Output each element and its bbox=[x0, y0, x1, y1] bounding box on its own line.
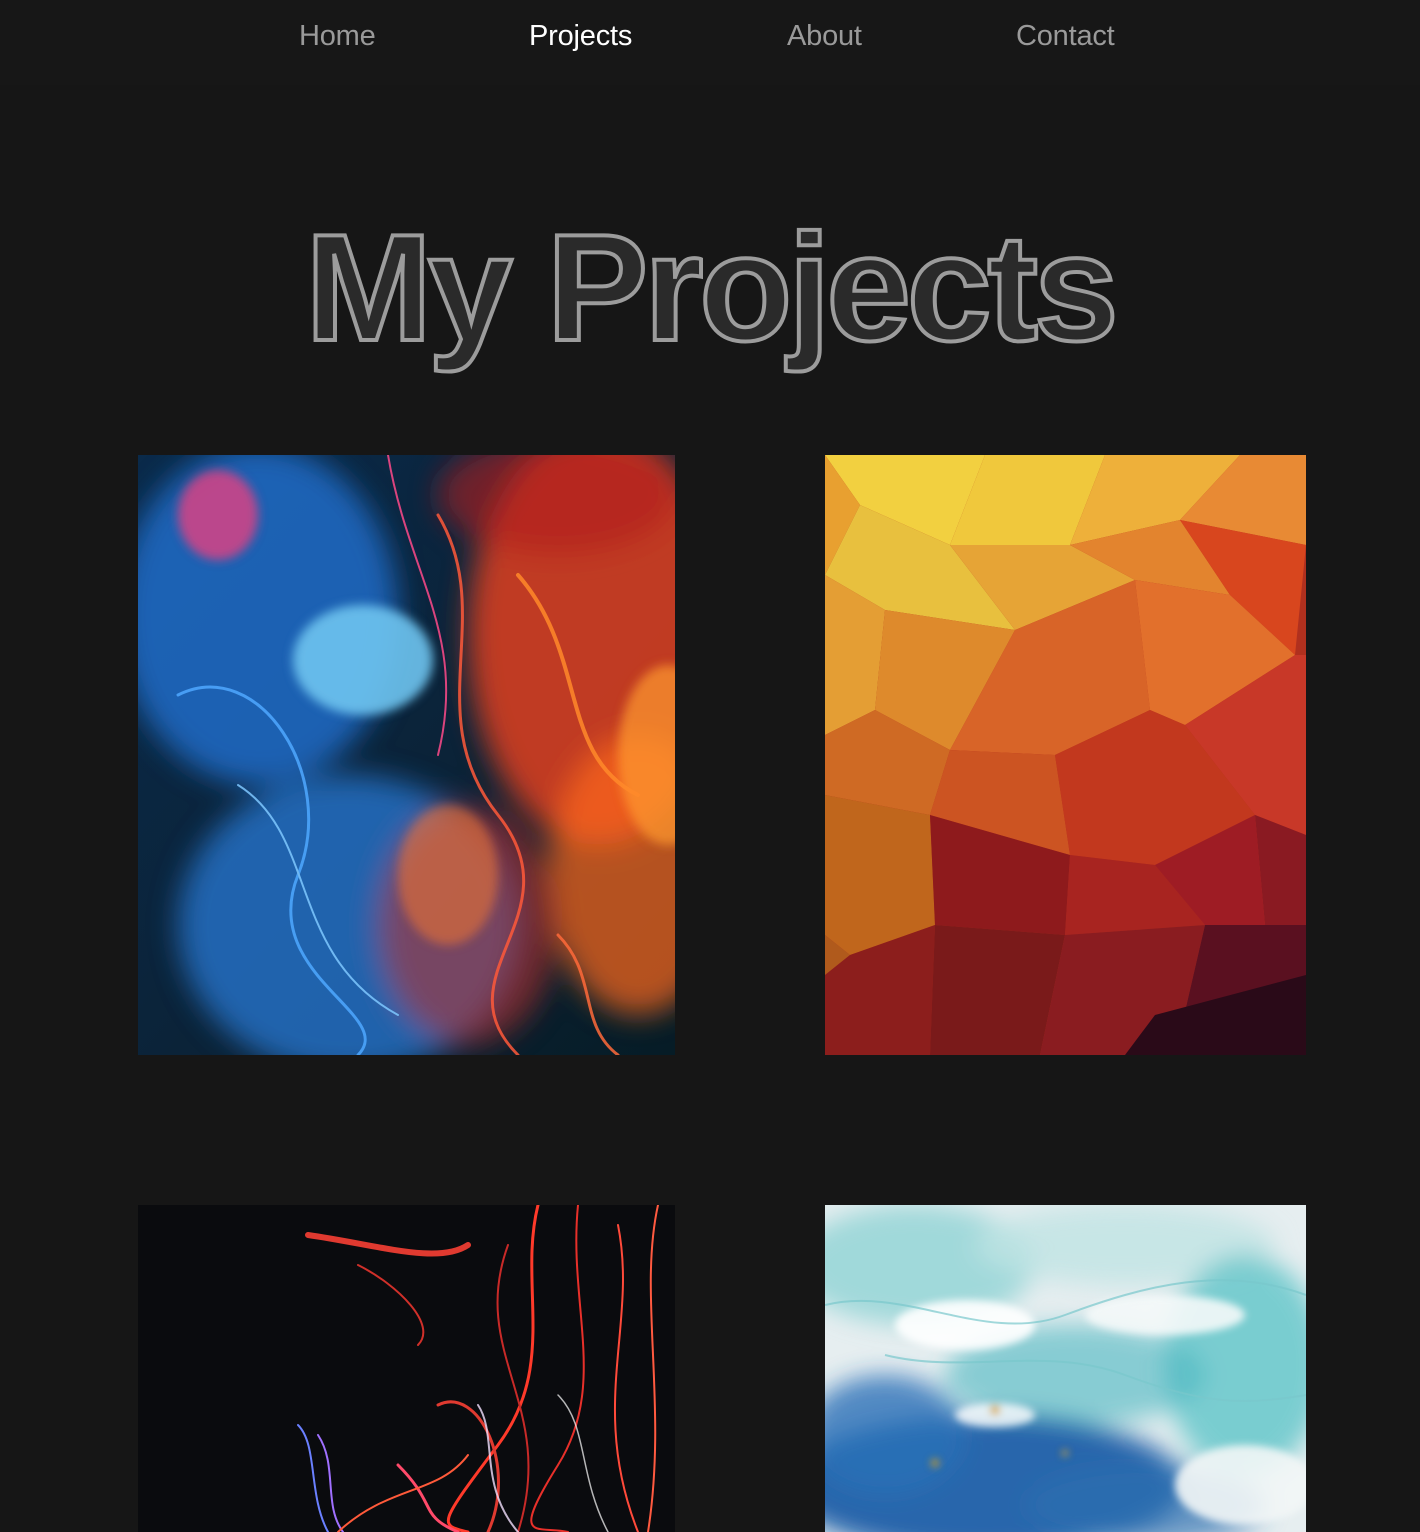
projects-page: Home Projects About Contact My Projects bbox=[0, 0, 1420, 1532]
project-thumbnail-ink-smoke bbox=[138, 455, 675, 1055]
project-card-1[interactable] bbox=[138, 455, 675, 1055]
project-thumbnail-light-trails bbox=[138, 1205, 675, 1532]
nav-link-about[interactable]: About bbox=[787, 20, 862, 53]
nav-link-home[interactable]: Home bbox=[299, 20, 376, 53]
nav-link-projects[interactable]: Projects bbox=[529, 20, 632, 53]
top-navigation: Home Projects About Contact bbox=[0, 0, 1420, 85]
nav-link-contact[interactable]: Contact bbox=[1016, 20, 1115, 53]
project-card-2[interactable] bbox=[825, 455, 1306, 1055]
project-card-4[interactable] bbox=[825, 1205, 1306, 1532]
project-thumbnail-low-poly bbox=[825, 455, 1306, 1055]
project-thumbnail-fluid-marble bbox=[825, 1205, 1306, 1532]
project-card-3[interactable] bbox=[138, 1205, 675, 1532]
page-title: My Projects bbox=[303, 203, 1120, 373]
